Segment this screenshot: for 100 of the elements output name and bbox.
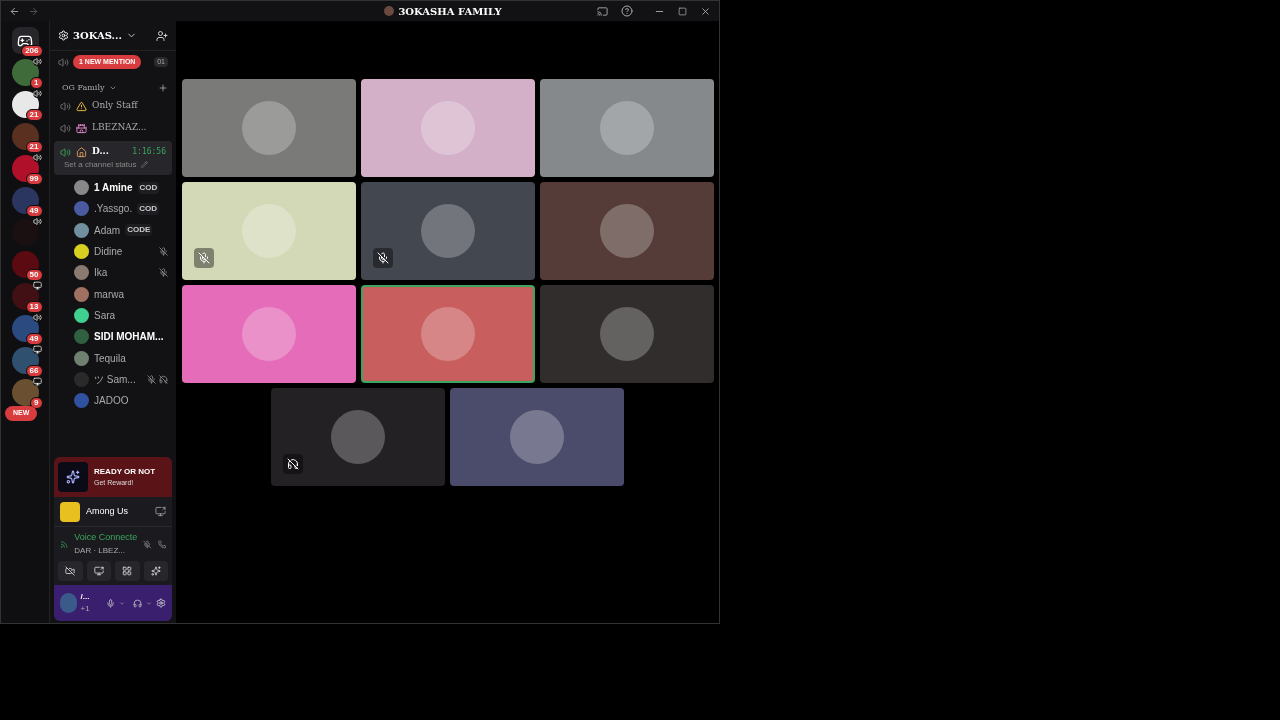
member-name[interactable]: marwa	[94, 286, 124, 302]
disconnect-icon[interactable]	[157, 538, 166, 550]
participant-tile[interactable]	[539, 78, 714, 177]
member-name[interactable]: 1 Amine	[94, 180, 133, 196]
screen-icon	[32, 377, 42, 386]
soundboard-button[interactable]	[143, 561, 168, 581]
voice-channel-label[interactable]: DAR · LBEZ...	[74, 544, 138, 557]
chevron-icon[interactable]	[108, 84, 117, 92]
house-icon	[76, 146, 87, 158]
unread-badge: 49	[25, 205, 43, 217]
server-icon[interactable]	[11, 219, 39, 246]
voice-status[interactable]: Voice Connecte	[74, 531, 138, 545]
member-row[interactable]: Adam CODE	[50, 219, 176, 241]
microphone-icon[interactable]	[106, 597, 116, 609]
close-icon[interactable]	[700, 5, 711, 17]
help-icon[interactable]	[621, 5, 633, 17]
invite-icon[interactable]	[156, 29, 168, 42]
participant-tile[interactable]	[181, 78, 356, 177]
activities-button[interactable]	[115, 561, 140, 581]
member-name[interactable]: Ika	[94, 265, 108, 281]
member-row[interactable]: ツ Sam...	[50, 368, 176, 390]
clan-tag: CODE	[125, 224, 153, 237]
member-row[interactable]: Tequila	[50, 347, 176, 369]
speaker-icon	[58, 56, 69, 68]
camera-off-icon	[65, 566, 76, 576]
member-row[interactable]: .Yassgo. COD	[50, 198, 176, 220]
member-row[interactable]: marwa	[50, 283, 176, 305]
forward-icon[interactable]	[28, 5, 39, 17]
speaker-icon	[32, 153, 42, 162]
member-row[interactable]: Ika	[50, 262, 176, 284]
muted-mic-icon	[372, 247, 393, 268]
member-avatar[interactable]	[74, 244, 89, 260]
screen-icon	[32, 345, 42, 354]
settings-icon[interactable]	[156, 597, 166, 609]
camera-off-button[interactable]	[58, 561, 83, 581]
signal-icon	[60, 538, 69, 550]
screen-icon[interactable]	[597, 5, 608, 17]
deafened-icon	[159, 374, 168, 384]
channel-name: LBEZNAZ...	[92, 121, 147, 135]
participant-tile[interactable]	[450, 387, 624, 486]
voice-channel[interactable]: Only Staff	[54, 95, 172, 117]
member-name[interactable]: Didine	[94, 244, 123, 260]
member-row[interactable]: Didine	[50, 240, 176, 263]
speaker-icon	[60, 100, 71, 112]
speaker-icon	[32, 313, 42, 322]
unread-badge: 206	[21, 45, 43, 57]
unread-badge: 21	[25, 141, 43, 153]
game-logo-text: READY OR NOT	[94, 465, 156, 478]
deafened-icon	[283, 453, 303, 474]
member-name[interactable]: ツ Sam...	[94, 371, 136, 387]
stream-icon[interactable]	[155, 506, 166, 517]
member-name[interactable]: .Yassgo.	[94, 201, 133, 217]
member-row[interactable]: SIDI MOHAM...	[50, 326, 176, 348]
participant-tile[interactable]	[360, 181, 535, 280]
participant-tile[interactable]	[539, 284, 714, 383]
maximize-icon[interactable]	[678, 6, 687, 16]
participant-tile[interactable]	[360, 78, 535, 177]
back-icon[interactable]	[9, 5, 20, 17]
member-row[interactable]: 1 Amine COD	[50, 177, 176, 199]
unread-badge: 50	[25, 269, 43, 281]
member-name[interactable]: Sara	[94, 307, 116, 323]
muted-mic-icon	[147, 374, 156, 384]
unread-badge: 99	[25, 173, 43, 185]
member-name[interactable]: SIDI MOHAM...	[94, 329, 164, 345]
participant-tile[interactable]	[360, 284, 535, 383]
warning-icon	[76, 100, 87, 112]
screen-share-button[interactable]	[86, 561, 111, 581]
member-avatar[interactable]	[74, 180, 89, 196]
member-name[interactable]: Tequila	[94, 350, 126, 366]
member-avatar[interactable]	[74, 222, 89, 238]
voice-channel[interactable]: D... 1:16:56 Set a channel status	[54, 141, 172, 175]
server-name[interactable]: 3OKAS...	[73, 28, 123, 43]
muted-mic-icon	[193, 247, 214, 268]
unread-badge: 21	[25, 109, 43, 121]
participant-tile[interactable]	[181, 181, 356, 280]
member-name[interactable]: Adam	[94, 222, 121, 238]
channel-status[interactable]: Set a channel status	[64, 158, 137, 171]
participant-tile[interactable]	[181, 284, 356, 383]
unread-badge: 13	[25, 301, 43, 313]
speaker-icon	[60, 146, 71, 158]
channel-name: D...	[92, 145, 109, 159]
speaker-icon	[32, 89, 42, 98]
category-label[interactable]: OG Family	[62, 82, 105, 94]
member-avatar[interactable]	[74, 307, 89, 323]
server-icon	[384, 6, 395, 16]
participant-tile[interactable]	[539, 181, 714, 280]
unread-badge: 66	[25, 365, 43, 377]
speaker-icon	[60, 122, 71, 134]
member-row[interactable]: Sara	[50, 304, 176, 327]
castle-icon	[76, 122, 87, 134]
member-row[interactable]: JADOO	[50, 389, 176, 412]
edit-icon[interactable]	[140, 161, 148, 169]
sparkles-icon	[150, 566, 161, 576]
clan-tag: COD	[137, 202, 159, 215]
voice-channel[interactable]: LBEZNAZ...	[54, 117, 172, 139]
participant-tile[interactable]	[271, 387, 445, 486]
muted-mic-icon	[159, 268, 168, 278]
add-channel-icon[interactable]	[158, 83, 168, 93]
member-name[interactable]: JADOO	[94, 393, 129, 409]
headphones-icon[interactable]	[133, 597, 143, 609]
